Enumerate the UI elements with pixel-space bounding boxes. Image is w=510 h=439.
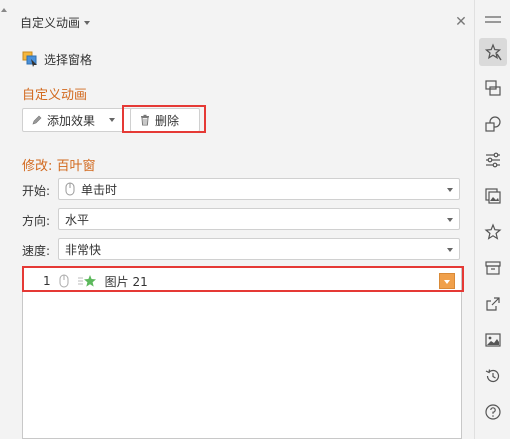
chevron-down-icon [447, 188, 453, 192]
custom-animation-icon[interactable] [479, 38, 507, 66]
panel-title: 自定义动画 [20, 15, 81, 30]
properties-icon[interactable] [479, 146, 507, 174]
select-pane-button[interactable]: 选择窗格 [22, 50, 92, 68]
chevron-down-icon [447, 248, 453, 252]
start-label: 开始: [22, 184, 51, 198]
shapes-icon[interactable] [479, 110, 507, 138]
list-item-name: 图片 21 [104, 274, 148, 289]
speed-label: 速度: [22, 244, 51, 258]
star-icon[interactable] [479, 218, 507, 246]
slide-transition-icon[interactable] [479, 74, 507, 102]
start-value: 单击时 [81, 182, 118, 197]
direction-label: 方向: [22, 214, 51, 228]
archive-icon[interactable] [479, 254, 507, 282]
pencil-icon [31, 114, 43, 126]
share-icon[interactable] [479, 290, 507, 318]
animation-list[interactable]: 1 图片 21 [22, 266, 462, 439]
chevron-down-icon [447, 218, 453, 222]
add-effect-button[interactable]: 添加效果 [22, 108, 132, 132]
close-icon[interactable]: ✕ [454, 15, 468, 29]
section-title: 自定义动画 [22, 88, 88, 103]
direction-value: 水平 [65, 212, 90, 227]
menu-icon[interactable] [485, 16, 501, 26]
entrance-effect-star-icon [77, 274, 97, 288]
delete-button[interactable]: 删除 [130, 108, 200, 132]
trash-icon [139, 114, 151, 126]
add-effect-label: 添加效果 [47, 113, 96, 128]
mouse-click-icon [65, 182, 75, 196]
scroll-up-arrow-icon[interactable] [1, 8, 7, 12]
direction-select[interactable]: 水平 [58, 208, 460, 230]
chevron-down-icon [109, 118, 116, 122]
mouse-click-icon [59, 274, 69, 288]
app-root: 自定义动画 ✕ 选择窗格 自定义动画 添加效果 删除 修改: 百叶窗 开始: 单… [0, 0, 510, 439]
speed-value: 非常快 [65, 242, 102, 257]
panel-scroll-strip[interactable] [0, 0, 10, 439]
select-pane-label: 选择窗格 [44, 52, 93, 67]
speed-select[interactable]: 非常快 [58, 238, 460, 260]
select-pane-icon [22, 51, 38, 67]
image-icon[interactable] [479, 326, 507, 354]
delete-label: 删除 [155, 113, 180, 128]
modify-title: 修改: 百叶窗 [22, 159, 96, 174]
history-icon[interactable] [479, 362, 507, 390]
list-item[interactable]: 1 图片 21 [27, 271, 457, 291]
right-sidebar [474, 0, 510, 439]
start-select[interactable]: 单击时 [58, 178, 460, 200]
help-icon[interactable] [479, 398, 507, 426]
gallery-icon[interactable] [479, 182, 507, 210]
custom-animation-panel: 自定义动画 ✕ 选择窗格 自定义动画 添加效果 删除 修改: 百叶窗 开始: 单… [10, 0, 474, 439]
panel-title-menu[interactable]: 自定义动画 [20, 13, 91, 31]
chevron-down-icon [84, 21, 91, 25]
list-item-dropdown-button[interactable] [439, 273, 455, 289]
list-item-index: 1 [43, 274, 51, 288]
